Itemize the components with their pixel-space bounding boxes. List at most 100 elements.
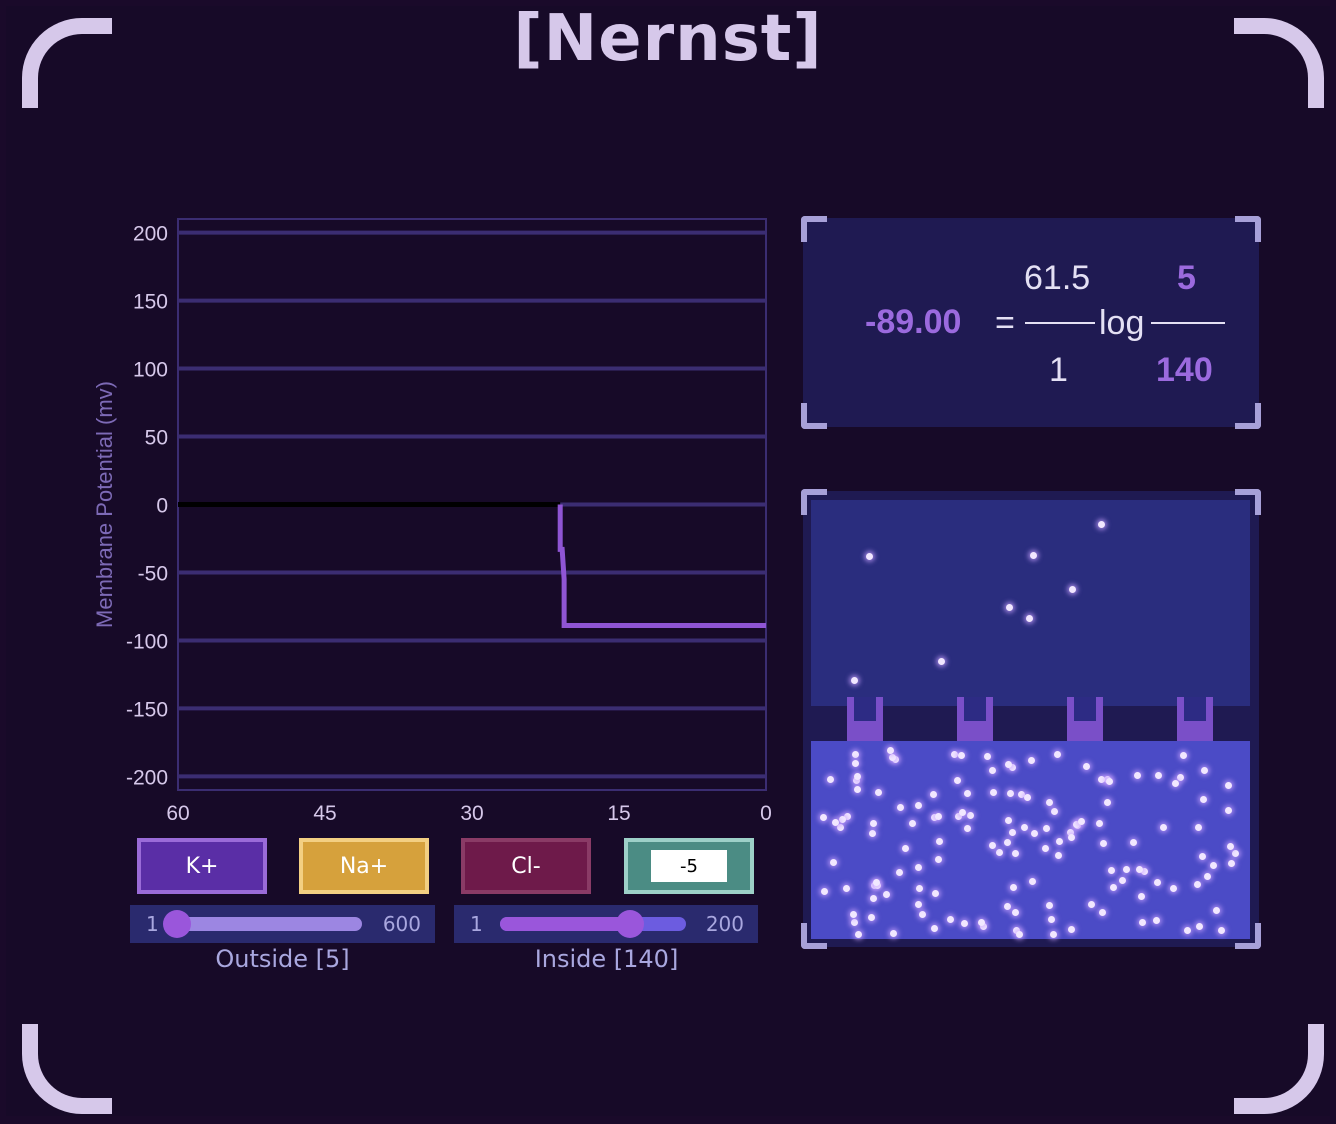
chloride-button[interactable]: Cl- <box>461 838 591 894</box>
bracket-top-left <box>801 216 827 242</box>
ion-particle <box>889 753 897 761</box>
ion-particle <box>1009 884 1017 892</box>
ion-particle <box>1106 778 1114 786</box>
y-tick-label: 0 <box>156 495 168 518</box>
outside-slider-max: 600 <box>382 912 421 936</box>
ion-particle <box>820 887 828 895</box>
ion-particle <box>1095 819 1103 827</box>
ion-particle <box>1129 838 1137 846</box>
ion-particle <box>1009 828 1017 836</box>
ion-particle <box>882 890 890 898</box>
ion-particle <box>929 791 937 799</box>
ion-particle <box>1098 775 1106 783</box>
ion-channel <box>1067 697 1103 743</box>
sodium-button[interactable]: Na+ <box>299 838 429 894</box>
ion-particle <box>1016 931 1024 939</box>
ion-particle <box>1153 917 1161 925</box>
ion-particle <box>819 813 827 821</box>
fraction-line-concentration <box>1151 322 1225 324</box>
inside-slider-track[interactable] <box>500 910 686 938</box>
x-tick-label: 0 <box>760 802 772 825</box>
ion-channel <box>957 697 993 743</box>
ion-particle <box>1137 892 1145 900</box>
ion-particle <box>1029 877 1037 885</box>
ion-particle <box>837 823 845 831</box>
ion-particle <box>1068 926 1076 934</box>
valence-input[interactable] <box>651 850 727 882</box>
ion-particle <box>954 776 962 784</box>
potassium-button[interactable]: K+ <box>137 838 267 894</box>
ion-particle <box>1026 614 1034 622</box>
ion-particle <box>1054 852 1062 860</box>
ion-particle <box>1021 824 1029 832</box>
ion-particle <box>852 759 860 767</box>
ion-particle <box>1171 780 1179 788</box>
channel-pore <box>854 697 876 721</box>
y-axis-label: Membrane Potential (mv) <box>92 381 117 628</box>
ion-particle <box>866 553 874 561</box>
x-tick-label: 15 <box>607 802 630 825</box>
outside-slider-thumb[interactable] <box>163 910 192 938</box>
inside-slider-fill <box>500 917 630 931</box>
ion-particle <box>1004 902 1012 910</box>
ion-particle <box>853 786 861 794</box>
ion-particle <box>1103 799 1111 807</box>
ion-particle <box>1183 927 1191 935</box>
ion-particle <box>1027 756 1035 764</box>
ion-particle <box>1046 798 1054 806</box>
ion-channel <box>847 697 883 743</box>
y-tick-label: 150 <box>133 291 168 314</box>
equation-equals: = <box>995 304 1015 342</box>
equation-valence: 1 <box>1049 351 1068 389</box>
ion-particle <box>851 919 858 927</box>
ion-particle <box>868 914 876 922</box>
ion-particle <box>855 931 863 939</box>
ion-particle <box>1195 824 1203 832</box>
inside-slider-thumb[interactable] <box>615 910 644 938</box>
ion-particle <box>1224 807 1232 815</box>
ion-particle <box>915 802 923 810</box>
channel-pore <box>1184 697 1206 721</box>
ion-particle <box>849 910 857 918</box>
ion-particle <box>869 819 877 827</box>
ion-particle <box>932 889 940 897</box>
ion-particle <box>1006 604 1014 612</box>
ion-particle <box>934 812 942 820</box>
ion-particle <box>1201 766 1209 774</box>
ion-particle <box>1204 873 1212 881</box>
ion-particle <box>1118 876 1126 884</box>
outside-concentration-slider[interactable]: 1 600 <box>130 905 435 943</box>
equation-inside: 140 <box>1156 351 1213 389</box>
ion-particle <box>889 930 897 938</box>
ion-particle <box>915 863 923 871</box>
membrane-potential-chart: 200150100500-50-100-150-20060 45 30 15 0Memb… <box>92 218 772 825</box>
ion-particle <box>1088 901 1096 909</box>
ion-particle <box>1177 774 1185 782</box>
equation-outside: 5 <box>1177 259 1196 297</box>
inside-concentration-slider[interactable]: 1 200 <box>454 905 758 943</box>
ion-particle <box>851 750 859 758</box>
ion-channel <box>1177 697 1213 743</box>
bracket-bottom-left <box>801 403 827 429</box>
ion-particle <box>1123 865 1131 873</box>
bracket-bottom-right <box>1235 403 1261 429</box>
ion-particle <box>1047 915 1055 923</box>
ion-particle <box>1011 909 1019 917</box>
ion-particle <box>930 924 938 932</box>
ion-particle <box>959 809 967 817</box>
channel-pore <box>964 697 986 721</box>
fraction-line-constant <box>1025 322 1095 324</box>
ion-particle <box>916 884 924 892</box>
outside-slider-track[interactable] <box>163 910 362 938</box>
bracket-top-right <box>1235 216 1261 242</box>
sodium-label: Na+ <box>339 853 389 879</box>
ion-particle <box>1083 763 1091 771</box>
valence-box <box>624 838 754 894</box>
ion-particle <box>908 820 916 828</box>
ion-particle <box>947 915 955 923</box>
x-tick-label: 30 <box>460 802 483 825</box>
outside-compartment <box>811 500 1250 706</box>
ion-particle <box>1107 867 1115 875</box>
inside-slider-max: 200 <box>705 912 744 936</box>
ion-particle <box>896 803 904 811</box>
